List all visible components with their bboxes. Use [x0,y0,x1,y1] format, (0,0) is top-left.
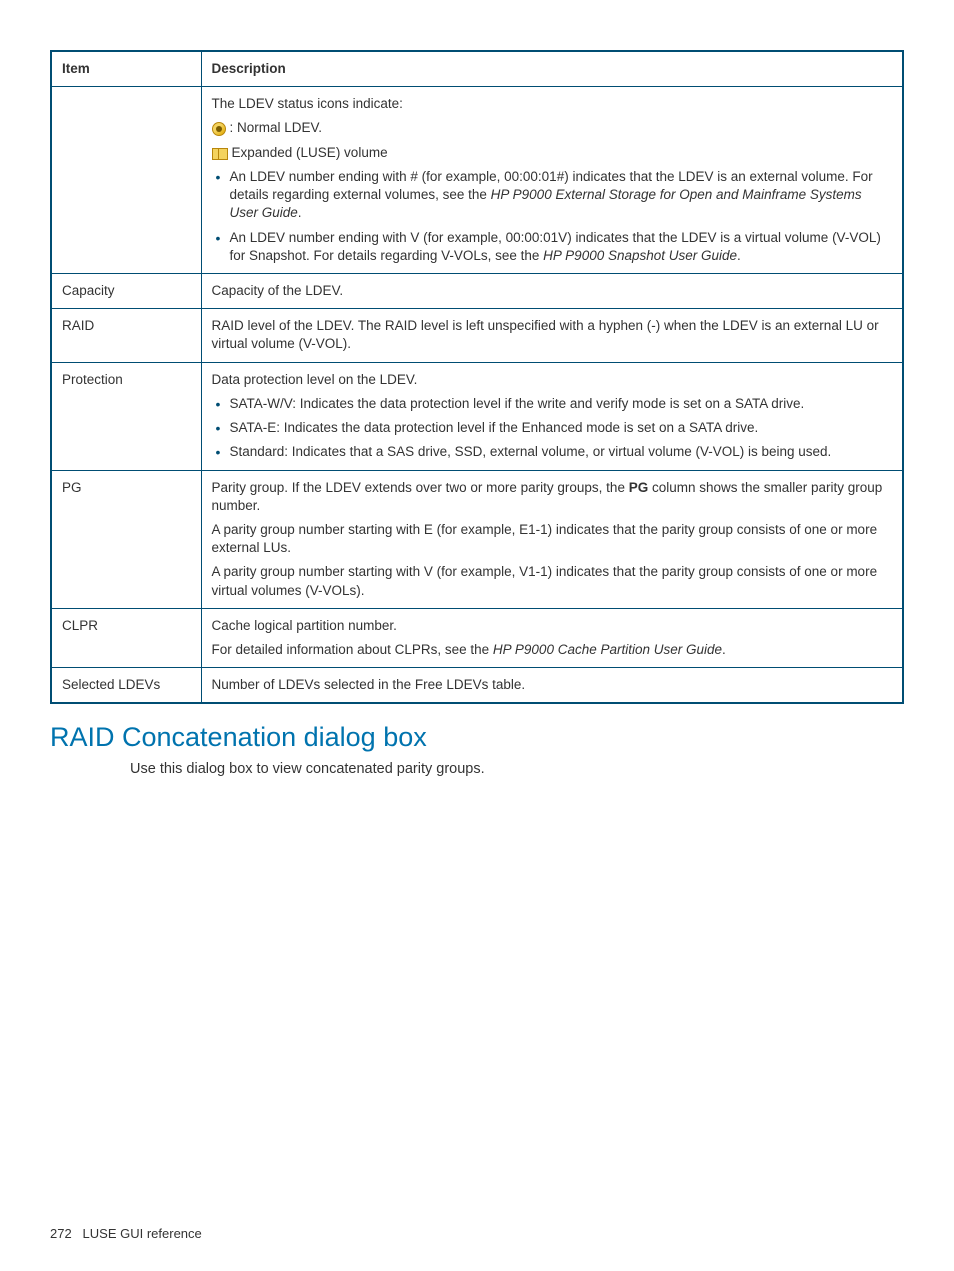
protection-bullets: SATA-W/V: Indicates the data protection … [212,395,893,462]
table-row: Capacity Capacity of the LDEV. [51,273,903,308]
list-item: An LDEV number ending with # (for exampl… [212,168,893,223]
cell-desc-capacity: Capacity of the LDEV. [201,273,903,308]
table-header-row: Item Description [51,51,903,87]
table-row: Selected LDEVs Number of LDEVs selected … [51,668,903,704]
header-item: Item [51,51,201,87]
expanded-luse-icon [212,146,228,160]
ldev-expanded-text: Expanded (LUSE) volume [232,144,388,162]
ldev-expanded-line: Expanded (LUSE) volume [212,144,893,162]
ldev-intro: The LDEV status icons indicate: [212,95,893,113]
cell-item-clpr: CLPR [51,608,201,667]
cell-desc-clpr: Cache logical partition number. For deta… [201,608,903,667]
cell-item-pg: PG [51,470,201,608]
ldev-normal-text: : Normal LDEV. [230,119,323,137]
table-row: RAID RAID level of the LDEV. The RAID le… [51,309,903,362]
table-row: The LDEV status icons indicate: : Normal… [51,87,903,274]
cell-item-protection: Protection [51,362,201,470]
ldev-bullets: An LDEV number ending with # (for exampl… [212,168,893,265]
cell-desc-protection: Data protection level on the LDEV. SATA-… [201,362,903,470]
cell-item-selected: Selected LDEVs [51,668,201,704]
items-table: Item Description The LDEV status icons i… [50,50,904,704]
page-number: 272 [50,1226,72,1241]
clpr-p2: For detailed information about CLPRs, se… [212,641,893,659]
clpr-p1: Cache logical partition number. [212,617,893,635]
list-item: SATA-W/V: Indicates the data protection … [212,395,893,413]
list-item: Standard: Indicates that a SAS drive, SS… [212,443,893,461]
list-item: SATA-E: Indicates the data protection le… [212,419,893,437]
pg-p1: Parity group. If the LDEV extends over t… [212,479,893,515]
table-row: CLPR Cache logical partition number. For… [51,608,903,667]
protection-intro: Data protection level on the LDEV. [212,371,893,389]
cell-desc-ldev: The LDEV status icons indicate: : Normal… [201,87,903,274]
cell-item-ldev [51,87,201,274]
cell-desc-pg: Parity group. If the LDEV extends over t… [201,470,903,608]
cell-desc-raid: RAID level of the LDEV. The RAID level i… [201,309,903,362]
pg-p3: A parity group number starting with V (f… [212,563,893,599]
footer-title: LUSE GUI reference [83,1226,202,1241]
header-description: Description [201,51,903,87]
page-footer: 272 LUSE GUI reference [50,1226,202,1241]
table-row: PG Parity group. If the LDEV extends ove… [51,470,903,608]
cell-desc-selected: Number of LDEVs selected in the Free LDE… [201,668,903,704]
body-paragraph: Use this dialog box to view concatenated… [130,761,904,777]
ldev-normal-line: : Normal LDEV. [212,119,893,137]
normal-ldev-icon [212,122,226,136]
list-item: An LDEV number ending with V (for exampl… [212,229,893,265]
cell-item-capacity: Capacity [51,273,201,308]
section-heading: RAID Concatenation dialog box [50,722,904,753]
table-row: Protection Data protection level on the … [51,362,903,470]
pg-p2: A parity group number starting with E (f… [212,521,893,557]
cell-item-raid: RAID [51,309,201,362]
